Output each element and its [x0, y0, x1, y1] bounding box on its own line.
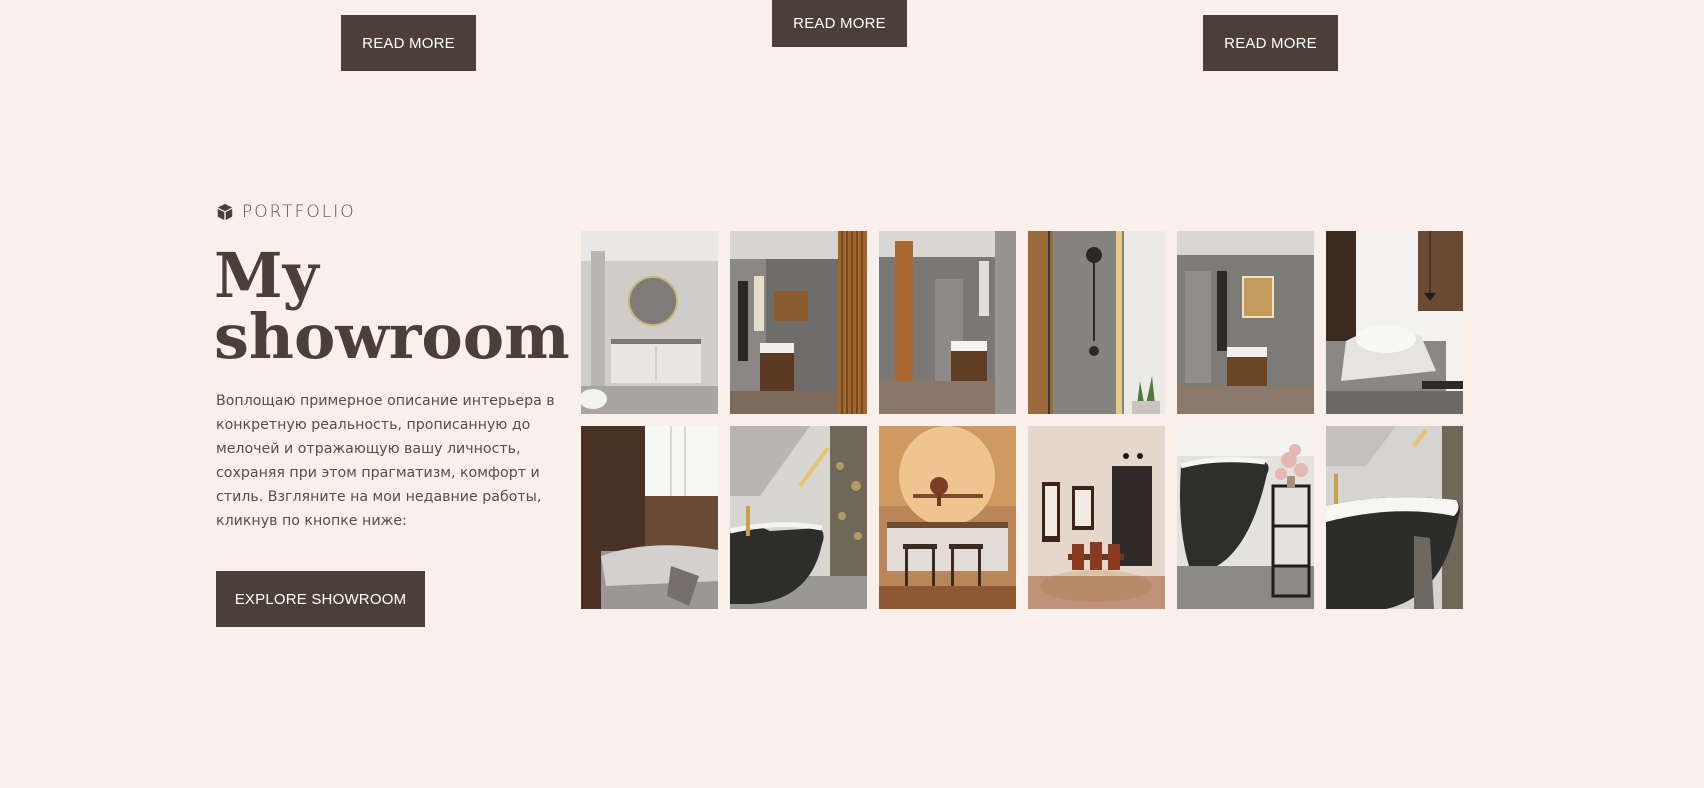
- read-more-button[interactable]: READ MORE: [772, 0, 907, 47]
- gallery-image[interactable]: [1326, 426, 1463, 609]
- gallery-image[interactable]: [581, 426, 718, 609]
- gallery-image[interactable]: [581, 231, 718, 414]
- gallery-image[interactable]: [1177, 426, 1314, 609]
- box-icon: [217, 203, 233, 221]
- gallery-image[interactable]: [879, 231, 1016, 414]
- read-more-button[interactable]: READ MORE: [1203, 15, 1338, 71]
- gallery-image[interactable]: [730, 426, 867, 609]
- gallery-image[interactable]: [1028, 231, 1165, 414]
- portfolio-label: PORTFOLIO: [242, 202, 356, 222]
- section-title: My showroom: [214, 239, 570, 373]
- explore-showroom-button[interactable]: EXPLORE SHOWROOM: [216, 571, 425, 627]
- gallery-image[interactable]: [879, 426, 1016, 609]
- section-description: Воплощаю примерное описание интерьера в …: [216, 393, 555, 529]
- title-line: showroom: [214, 300, 570, 373]
- gallery-image[interactable]: [730, 231, 867, 414]
- portfolio-eyebrow: PORTFOLIO: [216, 202, 356, 222]
- title-line: My: [214, 239, 319, 312]
- gallery-image[interactable]: [1326, 231, 1463, 414]
- read-more-button[interactable]: READ MORE: [341, 15, 476, 71]
- showroom-gallery: [581, 231, 1463, 609]
- gallery-image[interactable]: [1177, 231, 1314, 414]
- gallery-image[interactable]: [1028, 426, 1165, 609]
